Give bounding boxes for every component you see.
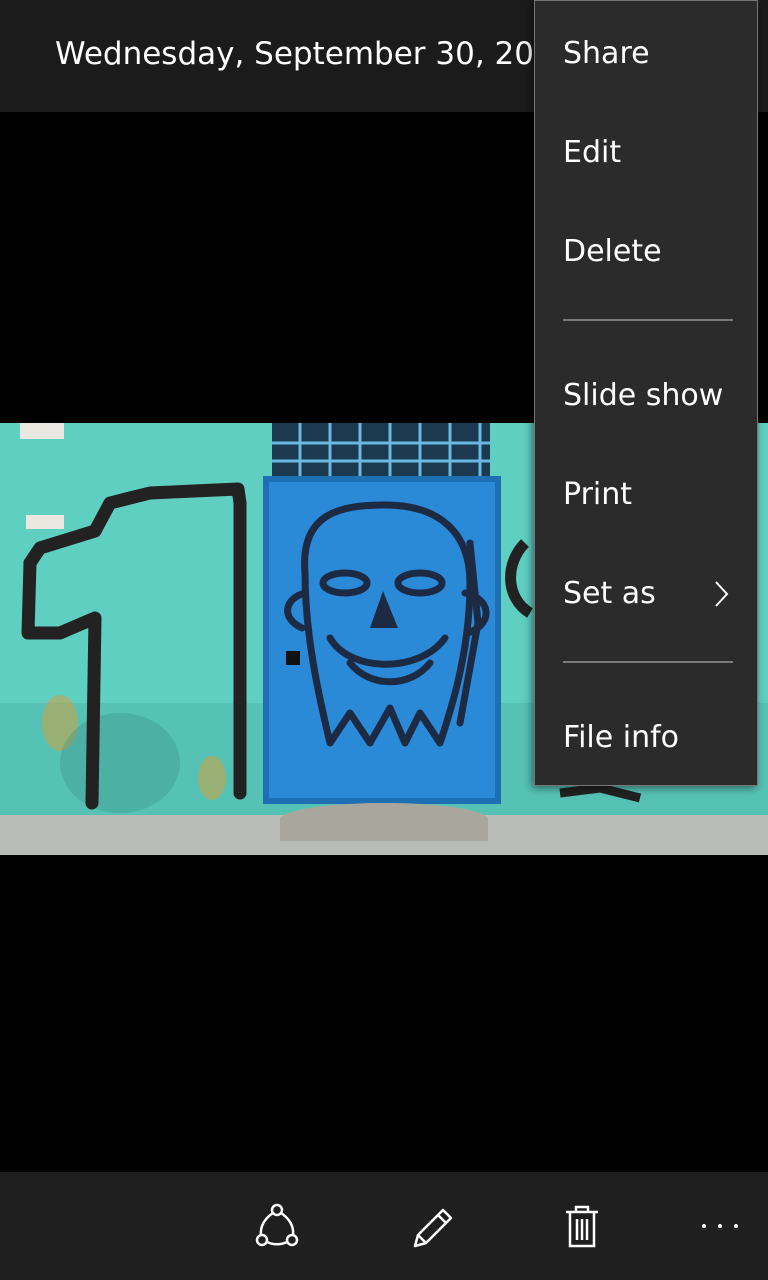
menu-item-delete[interactable]: Delete <box>535 212 759 292</box>
photo-date-title: Wednesday, September 30, 2015 <box>55 36 574 72</box>
menu-item-label: File info <box>563 720 680 755</box>
menu-item-label: Slide show <box>563 378 724 413</box>
pencil-icon <box>413 1208 453 1248</box>
menu-item-label: Edit <box>563 135 622 170</box>
trash-icon <box>566 1205 598 1248</box>
share-icon <box>255 1203 299 1247</box>
context-menu: Share Edit Delete Slide show Print Set a… <box>534 0 758 786</box>
menu-item-label: Delete <box>563 234 662 269</box>
more-icon <box>702 1224 738 1228</box>
menu-item-file-info[interactable]: File info <box>535 698 759 778</box>
share-button[interactable] <box>247 1196 307 1256</box>
menu-item-set-as[interactable]: Set as <box>535 554 759 634</box>
menu-item-slide-show[interactable]: Slide show <box>535 356 759 436</box>
delete-button[interactable] <box>552 1196 612 1256</box>
menu-separator <box>563 661 733 663</box>
menu-separator <box>563 319 733 321</box>
app-bar <box>0 1172 768 1280</box>
menu-item-label: Set as <box>563 576 656 611</box>
edit-button[interactable] <box>401 1196 461 1256</box>
photo-window-grille <box>272 423 490 479</box>
menu-item-label: Print <box>563 477 633 512</box>
chevron-right-icon <box>715 581 729 607</box>
menu-item-label: Share <box>563 36 650 71</box>
menu-item-print[interactable]: Print <box>535 455 759 535</box>
menu-item-share[interactable]: Share <box>535 14 759 94</box>
menu-item-edit[interactable]: Edit <box>535 113 759 193</box>
photo-viewer-screen: Wednesday, September 30, 2015 Share Edit… <box>0 0 768 1280</box>
more-button[interactable] <box>684 1196 744 1256</box>
